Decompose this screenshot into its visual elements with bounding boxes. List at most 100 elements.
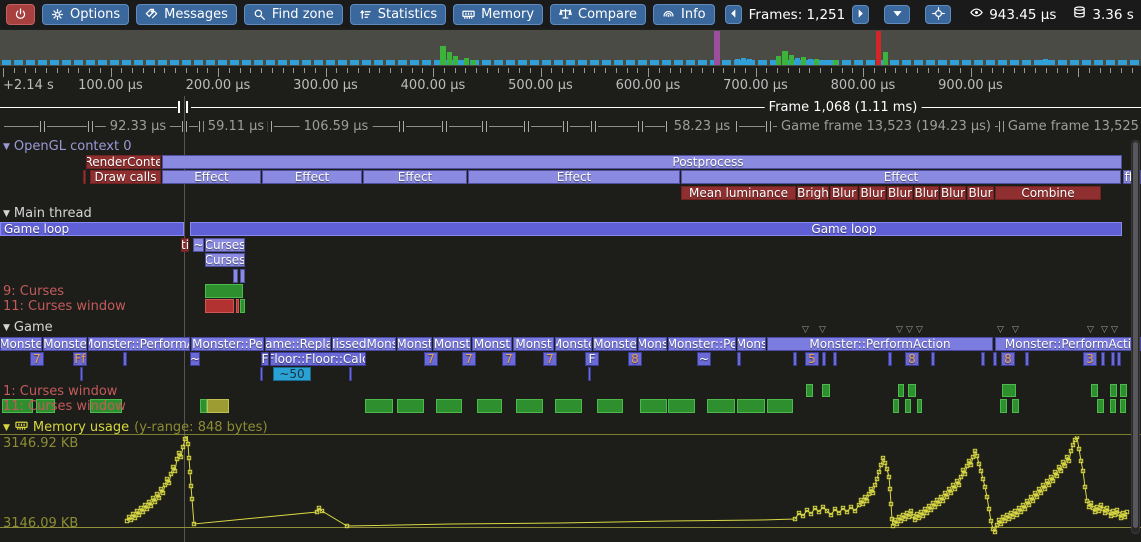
- timeline-zone[interactable]: [1111, 352, 1115, 366]
- plot-bar[interactable]: [1012, 399, 1019, 413]
- message-marker-icon[interactable]: ▽: [819, 326, 826, 334]
- timeline-zone[interactable]: RenderConte: [86, 155, 161, 169]
- timeline-zone[interactable]: ~50: [273, 367, 311, 381]
- goto-frame-button[interactable]: [925, 5, 951, 24]
- plot-bar[interactable]: [397, 399, 424, 413]
- next-frame-button[interactable]: [852, 5, 869, 24]
- toolbar-button-options[interactable]: Options: [42, 4, 129, 25]
- message-marker-icon[interactable]: ▽: [1111, 326, 1118, 334]
- message-marker-icon[interactable]: ▽: [896, 326, 903, 334]
- timeline-zone[interactable]: Game loop: [190, 222, 1122, 236]
- plot-bar[interactable]: [1120, 399, 1126, 413]
- timeline-zone[interactable]: Mons: [638, 337, 667, 351]
- plot-bar[interactable]: [1110, 399, 1116, 413]
- timeline-zone[interactable]: [1117, 352, 1121, 366]
- memory-section-header[interactable]: ▼ Memory usage (y-range: 848 bytes): [3, 419, 268, 436]
- timeline-zone[interactable]: ti: [181, 238, 189, 252]
- timeline-zone[interactable]: Blur: [967, 186, 994, 200]
- timeline-zone[interactable]: [981, 352, 985, 366]
- plot-bar[interactable]: [898, 384, 904, 397]
- timeline-zone[interactable]: ~: [697, 352, 711, 366]
- toolbar-button-memory[interactable]: Memory: [453, 4, 543, 25]
- vertical-scrollbar[interactable]: [1131, 140, 1140, 534]
- plot-bar[interactable]: [1000, 399, 1007, 413]
- plot-bar[interactable]: [822, 384, 830, 397]
- plot-bar[interactable]: [1110, 384, 1117, 397]
- message-marker-icon[interactable]: ▽: [1101, 326, 1108, 334]
- timeline-zone[interactable]: Curses: [205, 238, 245, 252]
- timeline-zone[interactable]: Game::Replay: [265, 337, 331, 351]
- plot-row-label[interactable]: 11: Curses window: [3, 300, 126, 314]
- timeline-zone[interactable]: Blur: [859, 186, 886, 200]
- timeline-zone[interactable]: Mons: [737, 337, 766, 351]
- timeline-zone[interactable]: Monster::Pe: [668, 337, 736, 351]
- plot-bar[interactable]: [477, 399, 502, 413]
- timeline-zone[interactable]: Effect: [468, 170, 680, 184]
- timeline-zone[interactable]: Monster::PerformAction: [767, 337, 993, 351]
- timeline-zone[interactable]: Monster::PerformA: [88, 337, 190, 351]
- timeline-zone[interactable]: Effect: [262, 170, 362, 184]
- timeline-zone[interactable]: Mean luminance: [681, 186, 796, 200]
- plot-bar[interactable]: [236, 299, 239, 313]
- timeline-zone[interactable]: Monst: [513, 337, 554, 351]
- timeline-zone[interactable]: Monste: [593, 337, 637, 351]
- toolbar-button-compare[interactable]: Compare: [550, 4, 646, 25]
- frame-mode-button[interactable]: [884, 5, 910, 24]
- timeline-zone[interactable]: Game loop: [0, 222, 184, 236]
- timeline-zone[interactable]: Monst: [472, 337, 512, 351]
- timeline-zone[interactable]: [349, 367, 352, 381]
- timeline-zone[interactable]: [993, 352, 997, 366]
- timeline-zone[interactable]: ~: [190, 352, 200, 366]
- timeline-zone[interactable]: 7: [462, 352, 476, 366]
- prev-frame-button[interactable]: [725, 5, 742, 24]
- plot-bar[interactable]: [905, 399, 911, 413]
- timeline-zone[interactable]: Monster::Pe: [191, 337, 264, 351]
- timeline-zone[interactable]: 5: [805, 352, 819, 366]
- timeline-zone[interactable]: Monste: [43, 337, 87, 351]
- timeline-zone[interactable]: [260, 367, 263, 381]
- timeline-zone[interactable]: Combine: [995, 186, 1101, 200]
- timeline-zone[interactable]: Effect: [162, 170, 261, 184]
- timeline-zone[interactable]: [931, 352, 935, 366]
- plot-bar[interactable]: [1002, 384, 1016, 397]
- plot-row-label[interactable]: 1: Curses window: [3, 385, 117, 399]
- scrollbar-thumb[interactable]: [1133, 142, 1138, 528]
- timeline-zone[interactable]: Floor::Floor::Calc: [270, 352, 366, 366]
- plot-bar[interactable]: [1091, 384, 1098, 397]
- timeline-zone[interactable]: Curses: [205, 253, 245, 267]
- plot-bar[interactable]: [1097, 399, 1104, 413]
- timeline-zone[interactable]: [1101, 352, 1105, 366]
- timeline-zone[interactable]: [233, 269, 238, 283]
- plot-bar[interactable]: [1120, 384, 1127, 397]
- timeline-zone[interactable]: Monst: [397, 337, 432, 351]
- timeline-zone[interactable]: [1025, 352, 1029, 366]
- timeline-zone[interactable]: Effect: [363, 170, 467, 184]
- timeline-zone[interactable]: Draw calls: [90, 170, 161, 184]
- timeline-zone[interactable]: [80, 367, 83, 381]
- plot-bar[interactable]: [806, 384, 813, 397]
- plot-bar[interactable]: [908, 384, 916, 397]
- plot-bar[interactable]: [640, 399, 667, 413]
- timeline-zone[interactable]: F: [585, 352, 599, 366]
- timeline-zone[interactable]: Postprocess: [162, 155, 1122, 169]
- plot-bar[interactable]: [737, 399, 765, 413]
- timeline-zone[interactable]: Ff: [73, 352, 87, 366]
- timeline-zone[interactable]: F: [261, 352, 269, 366]
- message-marker-icon[interactable]: ▽: [916, 326, 923, 334]
- plot-bar[interactable]: [205, 299, 234, 313]
- message-marker-icon[interactable]: ▽: [1087, 326, 1094, 334]
- message-marker-icon[interactable]: ▽: [997, 326, 1004, 334]
- plot-bar[interactable]: [436, 399, 462, 413]
- plot-row-label[interactable]: 9: Curses: [3, 285, 64, 299]
- plot-bar[interactable]: [516, 399, 543, 413]
- frame-overview-graph[interactable]: [0, 30, 1141, 66]
- timeline-zone[interactable]: [737, 352, 741, 366]
- toolbar-button-statistics[interactable]: Statistics: [350, 4, 446, 25]
- timeline-zone[interactable]: 7: [424, 352, 438, 366]
- timeline-zone[interactable]: 8: [905, 352, 919, 366]
- timeline-zone[interactable]: Blur: [914, 186, 939, 200]
- plot-bar[interactable]: [917, 399, 922, 413]
- timeline-zone[interactable]: Blur: [887, 186, 913, 200]
- plot-bar[interactable]: [205, 284, 243, 298]
- plot-bar[interactable]: [893, 399, 899, 413]
